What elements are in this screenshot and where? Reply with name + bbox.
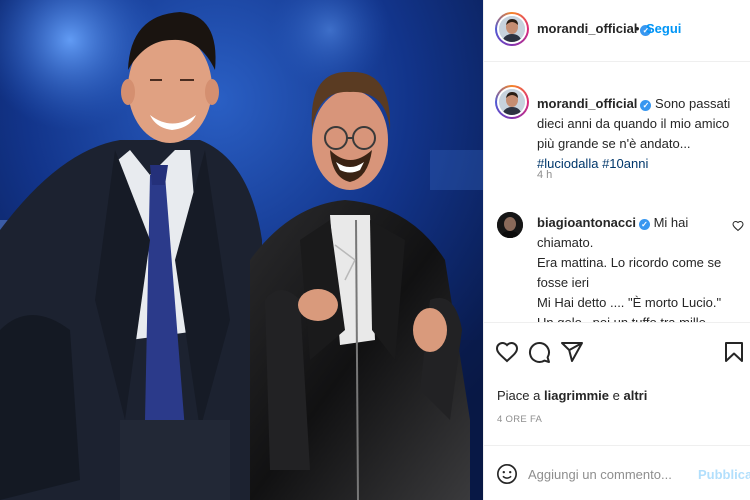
header-separator-dot: •: [635, 21, 640, 36]
verified-badge-icon: ✓: [640, 100, 652, 111]
add-comment-bar: Pubblica: [484, 445, 750, 500]
likes-summary: Piace a liagrimmie e altri: [497, 388, 647, 403]
liker-username[interactable]: liagrimmie: [544, 388, 609, 403]
comment-line: Mi Hai detto .... "È morto Lucio.": [537, 295, 722, 310]
post-caption: morandi_official ✓ Sono passati dieci ann…: [537, 94, 742, 174]
caption-avatar[interactable]: [495, 85, 529, 119]
paper-plane-icon[interactable]: [560, 340, 584, 364]
comment-icon[interactable]: [527, 340, 551, 364]
post-side-panel: morandi_official ✓ • Segui morandi_offici…: [483, 0, 750, 500]
hashtag-link[interactable]: #10anni: [602, 156, 648, 171]
likes-conjunction: e: [612, 388, 620, 403]
comment-input[interactable]: [528, 463, 688, 485]
follow-button[interactable]: Segui: [646, 21, 681, 36]
bookmark-icon[interactable]: [722, 340, 746, 364]
comments-section[interactable]: morandi_official ✓ Sono passati dieci ann…: [484, 63, 750, 323]
commenter-avatar[interactable]: [497, 212, 523, 238]
instagram-post: morandi_official ✓ • Segui morandi_offici…: [0, 0, 750, 500]
post-photo[interactable]: [0, 0, 483, 500]
caption-username[interactable]: morandi_official: [537, 96, 637, 111]
comment-username[interactable]: biagioantonacci: [537, 215, 636, 230]
post-timestamp: 4 ORE FA: [497, 414, 543, 425]
comment-like-heart-icon[interactable]: [732, 220, 744, 232]
publish-button[interactable]: Pubblica: [698, 467, 750, 482]
likes-prefix: Piace a: [497, 388, 541, 403]
post-actions: Piace a liagrimmie e altri 4 ORE FA: [484, 322, 750, 445]
verified-badge-icon: ✓: [638, 219, 650, 230]
likes-others-link[interactable]: altri: [624, 388, 648, 403]
header-avatar[interactable]: [495, 12, 529, 46]
smiley-icon[interactable]: [496, 463, 518, 485]
heart-icon[interactable]: [495, 340, 519, 364]
post-header: morandi_official ✓ • Segui: [484, 0, 750, 62]
comment: biagioantonacci ✓ Mi hai chiamato. Era ma…: [537, 213, 727, 323]
comment-line: Era mattina. Lo ricordo come se fosse ie…: [537, 255, 722, 290]
caption-timestamp: 4 h: [537, 169, 553, 181]
